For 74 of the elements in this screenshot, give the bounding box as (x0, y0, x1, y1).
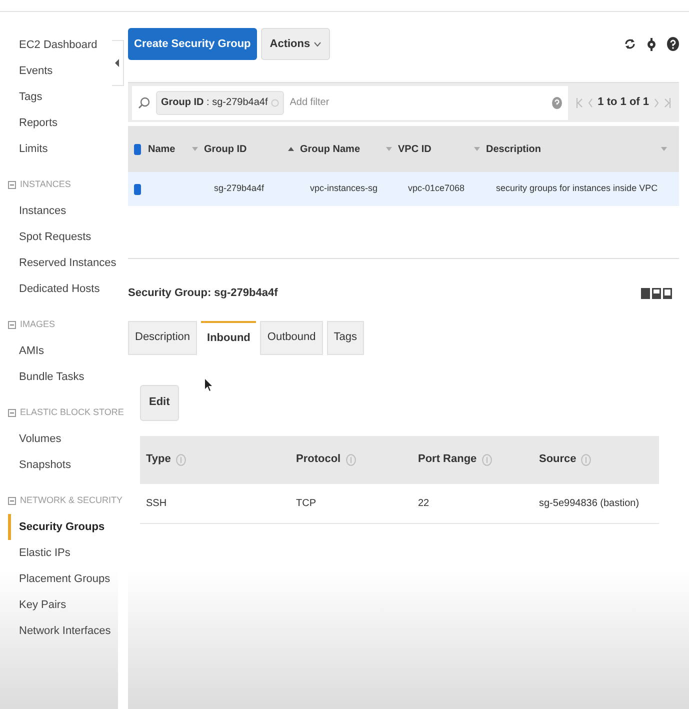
settings-icon[interactable] (646, 38, 657, 50)
sidebar-item[interactable]: Elastic IPs (8, 540, 70, 566)
sidebar-item[interactable]: Security Groups (8, 514, 105, 540)
next-page-icon[interactable] (654, 98, 659, 108)
sidebar-item[interactable]: Spot Requests (8, 224, 92, 250)
last-page-icon[interactable] (664, 98, 671, 108)
info-icon[interactable] (581, 454, 592, 466)
column-header: Port Range (418, 452, 477, 468)
help-icon[interactable] (667, 37, 679, 51)
chevron-left-icon (115, 59, 120, 67)
sidebar-item[interactable]: Bundle Tasks (8, 364, 84, 390)
sort-icon[interactable] (288, 146, 294, 152)
sidebar-section-title: IMAGES (20, 318, 56, 332)
collapse-sidebar-button[interactable] (112, 40, 124, 86)
caret-icon (314, 42, 322, 46)
search-icon (138, 96, 150, 108)
column-header: Source (539, 452, 576, 468)
sidebar-item[interactable]: Dedicated Hosts (8, 276, 100, 302)
refresh-icon[interactable] (624, 38, 636, 50)
checkbox[interactable] (134, 184, 141, 194)
search-field[interactable]: Group ID : sg-279b4a4f Add filter (132, 86, 568, 120)
sidebar-item[interactable]: Reports (8, 110, 58, 136)
tab[interactable]: Tags (326, 320, 364, 354)
sidebar-item[interactable]: Instances (8, 198, 66, 224)
table-cell: vpc-instances-sg (310, 183, 378, 194)
sidebar-item[interactable]: Volumes (8, 426, 62, 452)
column-header[interactable]: Description (486, 142, 542, 156)
filter-token[interactable]: Group ID : sg-279b4a4f (156, 90, 284, 114)
collapse-toggle-icon[interactable] (8, 181, 16, 189)
sidebar-item[interactable]: Tags (8, 84, 42, 110)
sidebar-item[interactable]: Placement Groups (8, 566, 110, 592)
create-security-group-button[interactable]: Create Security Group (128, 28, 257, 60)
column-header[interactable]: Name (148, 142, 176, 156)
sidebar-section-title: ELASTIC BLOCK STORE (20, 406, 124, 420)
info-icon[interactable] (176, 454, 186, 466)
edit-button[interactable]: Edit (140, 384, 179, 420)
collapse-toggle-icon[interactable] (8, 321, 16, 329)
collapse-toggle-icon[interactable] (8, 497, 16, 505)
checkbox[interactable] (134, 144, 141, 154)
sidebar-item[interactable]: Reserved Instances (8, 250, 116, 276)
mouse-pointer-icon (205, 379, 212, 391)
sidebar-item[interactable]: Key Pairs (8, 592, 66, 618)
pagination-label: 1 to 1 of 1 (598, 95, 649, 110)
table-cell: security groups for instances inside VPC (496, 183, 658, 194)
info-icon[interactable] (346, 454, 356, 466)
sidebar-item[interactable]: EC2 Dashboard (8, 32, 98, 58)
actions-button[interactable]: Actions (260, 28, 330, 60)
table-cell: TCP (296, 498, 316, 508)
previous-page-icon[interactable] (588, 98, 593, 108)
info-icon[interactable] (482, 454, 492, 466)
tab[interactable]: Description (128, 320, 198, 354)
sidebar-item[interactable]: Network Interfaces (8, 618, 111, 644)
table-cell: SSH (146, 498, 167, 508)
first-page-icon[interactable] (576, 98, 583, 108)
table-cell: 22 (418, 498, 430, 508)
sidebar-item[interactable]: Limits (8, 136, 48, 162)
panel-layout-icon[interactable] (641, 288, 673, 299)
table-row[interactable]: sg-279b4a4f vpc-instances-sg vpc-01ce7068 security groups for instances inside VPC (128, 172, 679, 206)
sidebar-section-title: NETWORK & SECURITY (20, 494, 123, 508)
column-header: Type (146, 452, 171, 468)
details-title: Security Group: sg-279b4a4f (128, 286, 278, 301)
sidebar-item[interactable]: Snapshots (8, 452, 71, 478)
sidebar-item[interactable]: Events (8, 58, 53, 84)
column-header: Protocol (296, 452, 341, 468)
tab[interactable]: Outbound (260, 320, 323, 354)
table-cell: sg-5e994836 (bastion) (539, 498, 640, 508)
column-header[interactable]: VPC ID (398, 142, 432, 156)
collapse-toggle-icon[interactable] (8, 409, 16, 417)
table-cell: sg-279b4a4f (214, 183, 264, 194)
sidebar-section-title: INSTANCES (20, 178, 71, 192)
column-header[interactable]: Group ID (204, 142, 247, 156)
sidebar-item[interactable]: AMIs (8, 338, 44, 364)
column-header[interactable]: Group Name (300, 142, 360, 156)
table-cell: vpc-01ce7068 (408, 183, 465, 194)
